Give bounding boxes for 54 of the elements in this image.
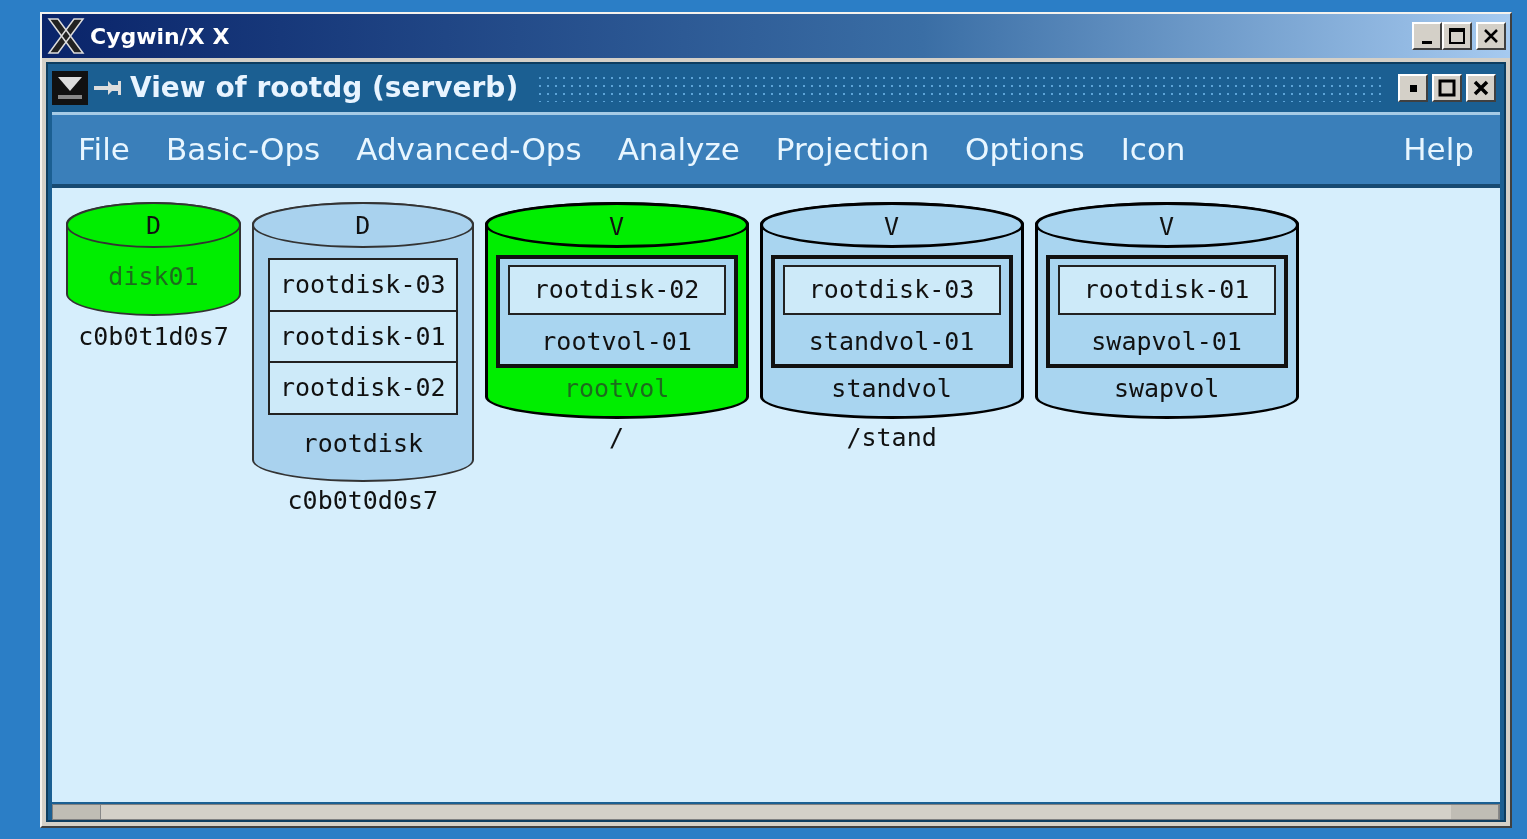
minimize-icon (1407, 82, 1419, 94)
disk-name: rootdisk (301, 427, 424, 460)
plex-box[interactable]: rootdisk-02 rootvol-01 (495, 255, 738, 368)
x-logo-icon (46, 17, 86, 55)
menu-item[interactable]: Advanced-Ops (356, 126, 582, 173)
device-name: c0b0t1d0s7 (78, 320, 229, 353)
type-letter: V (1159, 212, 1175, 241)
maximize-button[interactable] (1432, 74, 1462, 102)
minimize-icon (1422, 40, 1432, 44)
horizontal-scrollbar[interactable] (52, 804, 1500, 820)
mount-point: / (609, 421, 625, 454)
volume-cylinder[interactable]: V rootdisk-02 rootvol-01 rootvol (484, 202, 749, 419)
disk-name: disk01 (107, 261, 200, 293)
menu-item[interactable]: Options (965, 126, 1085, 173)
volume-cylinder[interactable]: V rootdisk-03 standvol-01 standvol (759, 202, 1024, 419)
mount-point: /stand (846, 421, 937, 454)
subdisk-box[interactable]: rootdisk-03 (782, 265, 1001, 315)
subdisk-box[interactable]: rootdisk-02 (507, 265, 726, 315)
subdisk-box[interactable]: rootdisk-03 (268, 258, 458, 312)
menu-item[interactable]: Help (1403, 126, 1474, 173)
close-button[interactable] (1476, 22, 1506, 50)
type-letter: D (145, 211, 162, 240)
device-name: c0b0t0d0s7 (287, 485, 439, 517)
type-letter: D (355, 211, 371, 240)
window-title: View of rootdg (serverb) (130, 70, 519, 106)
minimize-button[interactable] (1398, 74, 1428, 102)
maximize-icon (1438, 79, 1456, 97)
plex-name: rootvol-01 (540, 325, 693, 358)
window-title: Cygwin/X X (90, 22, 230, 51)
plex-name: standvol-01 (807, 325, 976, 358)
maximize-icon (1448, 27, 1466, 45)
maximize-button[interactable] (1442, 22, 1472, 50)
type-letter: V (609, 212, 625, 241)
volume-cylinder[interactable]: V rootdisk-01 swapvol-01 swapvol (1034, 202, 1299, 419)
subdisk-box[interactable]: rootdisk-02 (268, 363, 458, 415)
window-menu-icon[interactable] (52, 71, 88, 105)
volume-name: rootvol (562, 373, 671, 405)
menu-item[interactable]: Basic-Ops (165, 126, 321, 173)
type-letter: V (884, 212, 900, 241)
volume-name: swapvol (1112, 373, 1221, 405)
subdisk-box[interactable]: rootdisk-01 (1057, 265, 1276, 315)
close-button[interactable] (1466, 74, 1496, 102)
pin-icon[interactable] (94, 78, 124, 98)
menu-item[interactable]: Projection (775, 126, 930, 173)
close-icon (1473, 80, 1489, 96)
close-icon (1483, 28, 1499, 44)
plex-name: swapvol-01 (1090, 325, 1243, 358)
volume-name: standvol (830, 373, 953, 405)
menu-item[interactable]: Icon (1120, 126, 1186, 173)
menu-item[interactable]: File (78, 126, 130, 173)
disk-cylinder[interactable]: D disk01 (66, 202, 241, 316)
subdisk-box[interactable]: rootdisk-01 (268, 311, 458, 363)
minimize-button[interactable] (1412, 22, 1442, 50)
menu-item[interactable]: Analyze (617, 126, 740, 173)
